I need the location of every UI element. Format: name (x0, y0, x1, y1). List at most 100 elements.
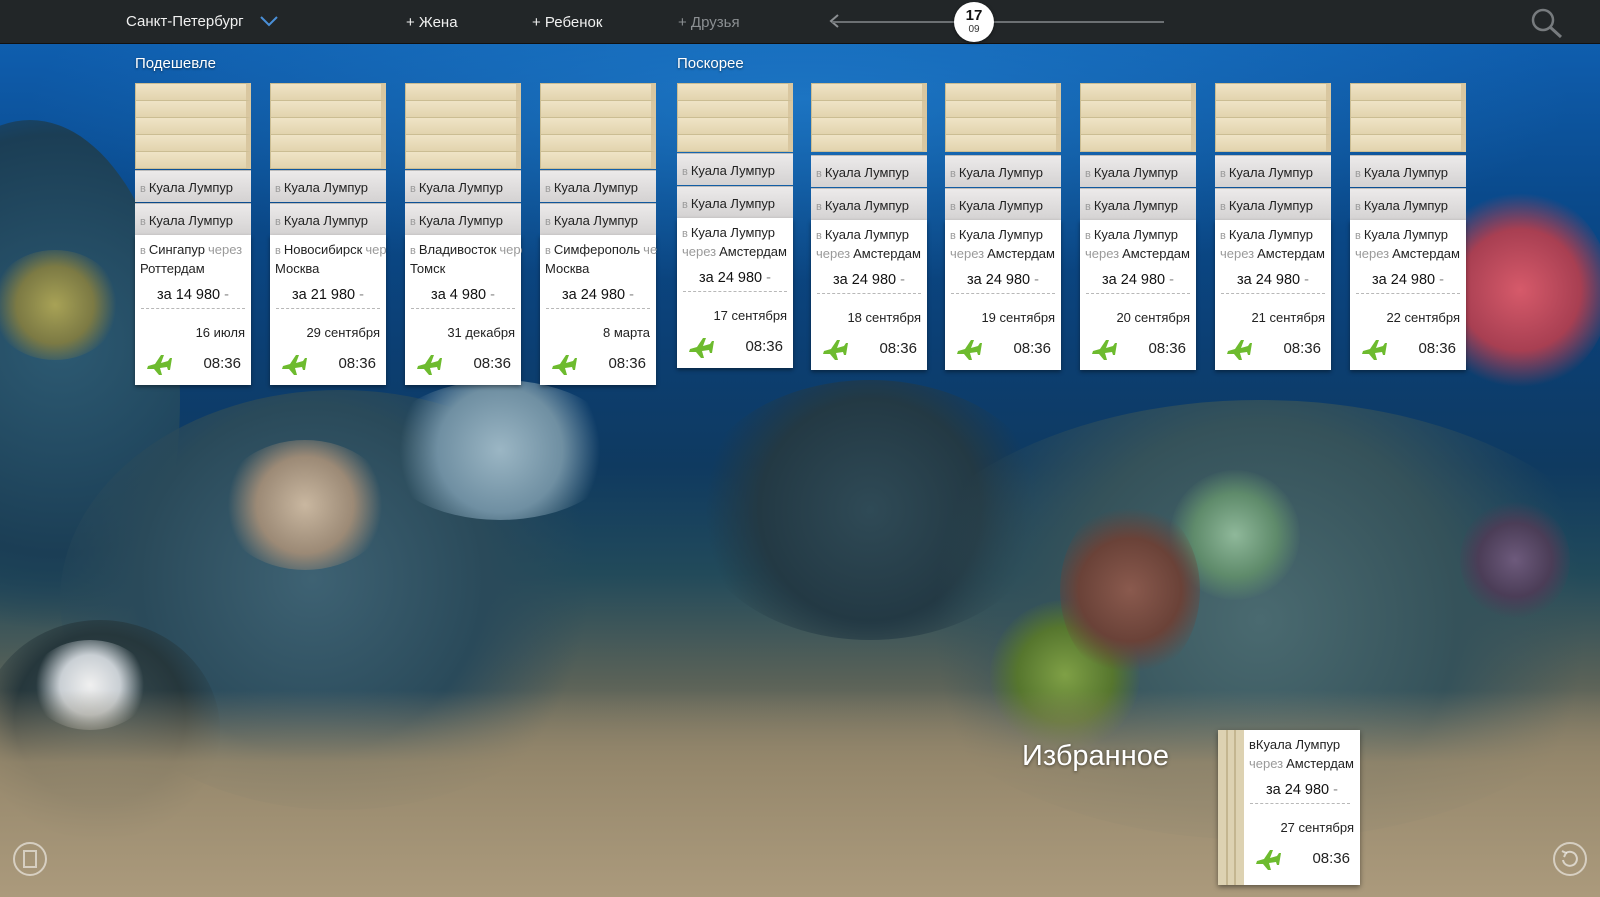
paper-layer (1350, 117, 1466, 135)
paper-layer (405, 100, 521, 118)
flight-card[interactable]: в Куала Лумпур через Амстердам за 24 980- 19 … (945, 220, 1061, 370)
add-child-button[interactable]: + Ребенок (532, 14, 602, 31)
paper-layer (270, 151, 386, 169)
via-city: через Амстердам (1249, 756, 1354, 771)
stacked-flight-row[interactable]: в Куала Лумпур (811, 188, 927, 220)
flight-date: 22 сентября (1386, 310, 1460, 325)
stacked-flight-row[interactable]: в Куала Лумпур (1080, 155, 1196, 187)
add-wife-button[interactable]: + Жена (406, 14, 458, 31)
price: за 24 980- (1266, 782, 1338, 798)
destination: в Сингапур через (140, 242, 243, 257)
flight-card[interactable]: в Куала Лумпур через Амстердам за 24 980- 21 … (1215, 220, 1331, 370)
refresh-icon[interactable] (1552, 841, 1588, 877)
stacked-flight-row[interactable]: в Куала Лумпур (540, 203, 656, 235)
plane-icon (282, 355, 307, 375)
top-bar: Санкт-Петербург + Жена + Ребенок + Друзь… (0, 0, 1600, 44)
destination: вВладивостокчерез (410, 242, 522, 257)
stacked-flight-row[interactable]: в Куала Лумпур (1350, 188, 1466, 220)
destination: вКуала Лумпур (1085, 227, 1179, 242)
chevron-down-icon[interactable] (258, 13, 280, 29)
paper-layer (135, 117, 251, 135)
stacked-flight-row[interactable]: в Куала Лумпур (1215, 188, 1331, 220)
paper-layer (270, 83, 386, 101)
stacked-flight-row[interactable]: в Куала Лумпур (1215, 155, 1331, 187)
stacked-flight-row[interactable]: в Куала Лумпур (1080, 188, 1196, 220)
paper-layer (1215, 100, 1331, 118)
flight-card[interactable]: вВладивостокчерез Томск за 4 980- 31 декабр… (405, 235, 522, 385)
stacked-flight-row[interactable]: в Куала Лумпур (811, 155, 927, 187)
paper-layer (1215, 117, 1331, 135)
plane-icon (147, 355, 172, 375)
price: за 24 980- (967, 272, 1039, 288)
city-selector[interactable]: Санкт-Петербург (126, 13, 244, 30)
destination: вКуала Лумпур (950, 227, 1044, 242)
flight-date: 16 июля (195, 325, 245, 340)
stacked-flight-row[interactable]: в Куала Лумпур (540, 170, 656, 202)
price: за 4 980- (431, 287, 495, 303)
destination: вНовосибирскчерез (275, 242, 387, 257)
search-icon[interactable] (1530, 7, 1564, 39)
stacked-flight-row[interactable]: в Куала Лумпур (135, 170, 251, 202)
flight-time: 08:36 (1418, 340, 1456, 357)
stacked-flight-row[interactable]: в Куала Лумпур (677, 153, 793, 185)
flight-card[interactable]: вСимферопольчерез Москва за 24 980- 8 марта… (540, 235, 657, 385)
paper-layer (1350, 134, 1466, 152)
paper-layer (1080, 134, 1196, 152)
flight-card[interactable]: в Сингапур через Роттердам за 14 980- 16 июля… (135, 235, 251, 385)
date-slider-knob[interactable]: 17 09 (954, 2, 994, 42)
flight-time: 08:36 (608, 355, 646, 372)
favorite-flight-card[interactable]: вКуала Лумпур через Амстердам за 24 980- … (1218, 730, 1360, 885)
plane-icon (417, 355, 442, 375)
plane-icon (1092, 340, 1117, 360)
stacked-flight-row[interactable]: в Куала Лумпур (405, 203, 521, 235)
via-city: через Амстердам (816, 246, 921, 261)
via-city: Москва (275, 261, 320, 276)
plane-icon (689, 338, 714, 358)
flight-time: 08:36 (745, 338, 783, 355)
stacked-flight-row[interactable]: в Куала Лумпур (945, 188, 1061, 220)
via-city: через Амстердам (1085, 246, 1190, 261)
price: за 24 980- (1372, 272, 1444, 288)
via-city: через Амстердам (950, 246, 1055, 261)
paper-layer (677, 117, 793, 135)
stacked-flight-row[interactable]: в Куала Лумпур (270, 170, 386, 202)
paper-layer (1350, 83, 1466, 101)
stacked-flight-row[interactable]: в Куала Лумпур (1350, 155, 1466, 187)
plane-icon (957, 340, 982, 360)
paper-layer (677, 134, 793, 152)
flight-card[interactable]: в Куала Лумпур через Амстердам за 24 980- 18 … (811, 220, 927, 370)
via-city: Томск (410, 261, 446, 276)
via-city: через Амстердам (1220, 246, 1325, 261)
section-label-faster: Поскорее (677, 55, 744, 72)
add-friends-button[interactable]: + Друзья (678, 14, 740, 31)
flight-date: 8 марта (603, 325, 650, 340)
flight-card[interactable]: в Куала Лумпур через Амстердам за 24 980- 22 … (1350, 220, 1466, 370)
plane-icon (1362, 340, 1387, 360)
paper-layer (811, 134, 927, 152)
paper-layer (135, 83, 251, 101)
stacked-flight-row[interactable]: в Куала Лумпур (405, 170, 521, 202)
paper-layer (405, 117, 521, 135)
paper-layer (811, 83, 927, 101)
date-slider-track[interactable] (832, 21, 1164, 23)
flight-card[interactable]: в Куала Лумпур через Амстердам за 24 980- 20 … (1080, 220, 1196, 370)
stacked-flight-row[interactable]: в Куала Лумпур (270, 203, 386, 235)
price: за 24 980- (1102, 272, 1174, 288)
plane-icon (1256, 850, 1281, 870)
price: за 21 980- (292, 287, 364, 303)
stacked-flight-row[interactable]: в Куала Лумпур (677, 186, 793, 218)
destination: вКуала Лумпур (1355, 227, 1449, 242)
flight-time: 08:36 (473, 355, 511, 372)
flight-time: 08:36 (1283, 340, 1321, 357)
flight-time: 08:36 (1312, 850, 1350, 867)
paper-layer (945, 100, 1061, 118)
flight-time: 08:36 (879, 340, 917, 357)
flight-time: 08:36 (1148, 340, 1186, 357)
price: за 24 980- (562, 287, 634, 303)
stacked-flight-row[interactable]: в Куала Лумпур (945, 155, 1061, 187)
stacked-flight-row[interactable]: в Куала Лумпур (135, 203, 251, 235)
flight-card[interactable]: в Куала Лумпур через Амстердам за 24 980- 17 … (677, 218, 793, 368)
flight-date: 31 декабря (447, 325, 515, 340)
flight-card[interactable]: вНовосибирскчерез Москва за 21 980- 29 сент… (270, 235, 387, 385)
map-icon[interactable] (12, 841, 48, 877)
